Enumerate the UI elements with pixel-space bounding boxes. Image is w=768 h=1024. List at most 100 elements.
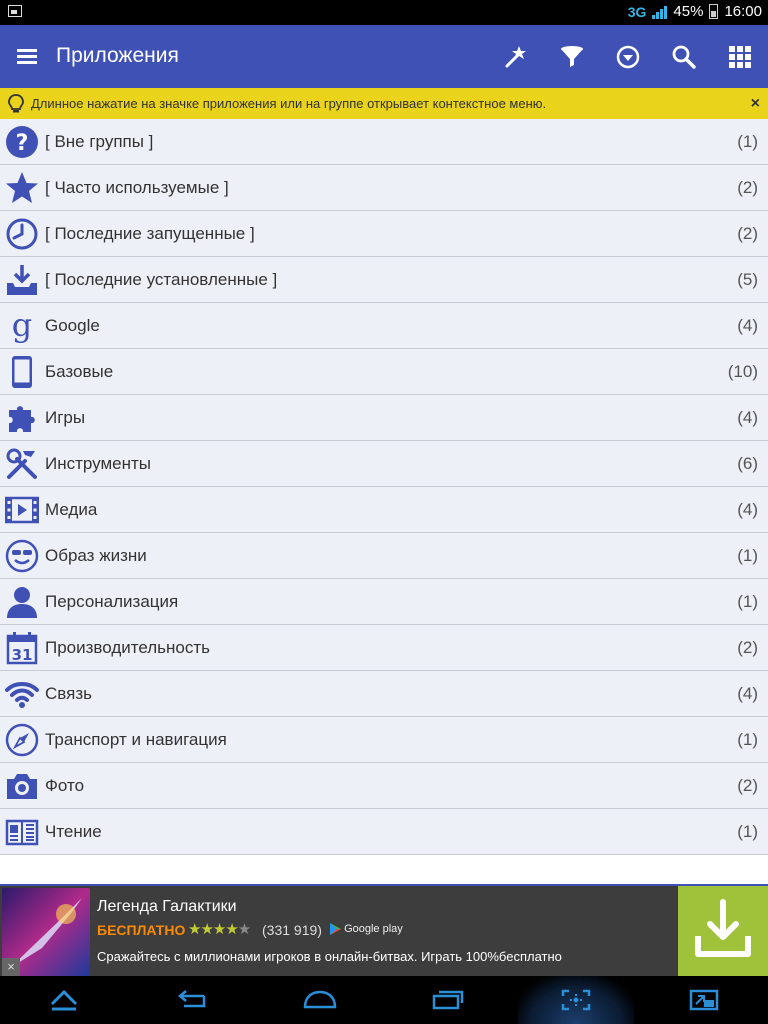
clock: 16:00 bbox=[724, 3, 762, 20]
clock-icon bbox=[6, 218, 38, 250]
list-item-games[interactable]: Игры (4) bbox=[0, 395, 768, 441]
app-bar: Приложения bbox=[0, 25, 768, 88]
list-item-count: (5) bbox=[737, 270, 758, 289]
puzzle-icon bbox=[9, 406, 35, 432]
calendar-icon: 31 bbox=[6, 632, 38, 665]
filter-icon[interactable] bbox=[544, 25, 600, 88]
ad-description: Сражайтесь с миллионами игроков в онлайн… bbox=[97, 949, 562, 964]
list-item-label: [ Последние запущенные ] bbox=[45, 224, 255, 243]
svg-text:?: ? bbox=[16, 131, 29, 156]
list-item-label: Базовые bbox=[45, 362, 114, 381]
google-play-label: Google play bbox=[344, 923, 403, 935]
list-item-label: Игры bbox=[45, 408, 86, 427]
magic-wand-icon[interactable] bbox=[488, 25, 544, 88]
list-item-media[interactable]: Медиа (4) bbox=[0, 487, 768, 533]
smiley-sunglasses-icon bbox=[5, 539, 39, 573]
google-g-icon: g bbox=[12, 309, 32, 343]
list-item-recent-launched[interactable]: [ Последние запущенные ] (2) bbox=[0, 211, 768, 257]
grid-icon[interactable] bbox=[712, 25, 768, 88]
google-play-badge: Google play bbox=[330, 923, 403, 936]
list-item-photo[interactable]: Фото (2) bbox=[0, 763, 768, 809]
list-item-label: Связь bbox=[45, 684, 92, 703]
list-item-count: (2) bbox=[737, 224, 758, 243]
list-item-count: (4) bbox=[737, 408, 758, 427]
list-item-count: (2) bbox=[737, 638, 758, 657]
svg-text:31: 31 bbox=[12, 646, 33, 664]
list-item-productivity[interactable]: 31 Производительность (2) bbox=[0, 625, 768, 671]
ad-app-icon[interactable]: × bbox=[2, 888, 90, 976]
ad-banner[interactable]: × Легенда Галактики БЕСПЛАТНО ★★★★★ (331… bbox=[0, 884, 768, 976]
screenshot-capture-icon[interactable] bbox=[536, 976, 616, 1024]
list-item-basic[interactable]: Базовые (10) bbox=[0, 349, 768, 395]
list-item-count: (4) bbox=[737, 316, 758, 335]
dropdown-circle-icon[interactable] bbox=[600, 25, 656, 88]
book-icon bbox=[5, 819, 39, 846]
film-icon bbox=[5, 496, 39, 524]
ad-title: Легенда Галактики bbox=[97, 898, 237, 915]
list-item-no-group[interactable]: ? [ Вне группы ] (1) bbox=[0, 119, 768, 165]
hint-banner: Длинное нажатие на значке приложения или… bbox=[0, 88, 768, 119]
screenshot-notification-icon bbox=[8, 5, 22, 17]
list-item-count: (1) bbox=[737, 132, 758, 151]
ad-rating-stars: ★★★★★ bbox=[188, 921, 251, 938]
tablet-icon bbox=[12, 356, 32, 388]
list-item-label: Инструменты bbox=[45, 454, 152, 473]
ad-install-button[interactable] bbox=[678, 886, 768, 976]
list-item-label: Образ жизни bbox=[45, 546, 147, 565]
list-item-count: (4) bbox=[737, 500, 758, 519]
list-item-label: Персонализация bbox=[45, 592, 179, 611]
list-item-label: Фото bbox=[45, 776, 85, 795]
list-item-count: (2) bbox=[737, 178, 758, 197]
tools-icon bbox=[6, 448, 37, 479]
list-item-personalization[interactable]: Персонализация (1) bbox=[0, 579, 768, 625]
star-icon bbox=[6, 172, 38, 203]
list-item-recent-installed[interactable]: [ Последние установленные ] (5) bbox=[0, 257, 768, 303]
wifi-icon bbox=[5, 682, 39, 708]
battery-icon bbox=[709, 4, 719, 19]
hint-text: Длинное нажатие на значке приложения или… bbox=[31, 96, 547, 111]
hide-nav-icon[interactable] bbox=[24, 976, 104, 1024]
list-item-google[interactable]: g Google (4) bbox=[0, 303, 768, 349]
list-item-count: (1) bbox=[737, 822, 758, 841]
question-icon: ? bbox=[6, 126, 38, 158]
list-item-count: (1) bbox=[737, 546, 758, 565]
download-tray-icon bbox=[7, 265, 37, 295]
list-item-label: Чтение bbox=[45, 822, 102, 841]
hint-close-button[interactable]: × bbox=[751, 95, 760, 113]
compass-icon bbox=[5, 723, 39, 757]
list-item-count: (10) bbox=[727, 362, 758, 381]
list-item-transport[interactable]: Транспорт и навигация (1) bbox=[0, 717, 768, 763]
list-item-lifestyle[interactable]: Образ жизни (1) bbox=[0, 533, 768, 579]
list-item-label: [ Вне группы ] bbox=[45, 132, 154, 151]
svg-text:g: g bbox=[12, 309, 32, 343]
list-item-label: [ Последние установленные ] bbox=[45, 270, 278, 289]
multi-window-icon[interactable] bbox=[664, 976, 744, 1024]
list-item-count: (2) bbox=[737, 776, 758, 795]
list-item-label: [ Часто используемые ] bbox=[45, 178, 229, 197]
list-item-count: (4) bbox=[737, 684, 758, 703]
signal-icon bbox=[652, 5, 668, 19]
list-item-count: (6) bbox=[737, 454, 758, 473]
list-item-label: Медиа bbox=[45, 500, 98, 519]
search-icon[interactable] bbox=[656, 25, 712, 88]
camera-icon bbox=[7, 774, 37, 799]
ad-close-button[interactable]: × bbox=[2, 958, 20, 976]
home-icon[interactable] bbox=[280, 976, 360, 1024]
list-item-tools[interactable]: Инструменты (6) bbox=[0, 441, 768, 487]
network-type: 3G bbox=[627, 3, 647, 20]
recent-apps-icon[interactable] bbox=[408, 976, 488, 1024]
person-icon bbox=[7, 587, 37, 618]
system-nav-bar bbox=[0, 976, 768, 1024]
ad-price: БЕСПЛАТНО bbox=[97, 922, 186, 938]
group-list: ? [ Вне группы ] (1) [ Часто используемы… bbox=[0, 119, 768, 855]
menu-button[interactable] bbox=[14, 43, 40, 69]
back-icon[interactable] bbox=[152, 976, 232, 1024]
list-item-count: (1) bbox=[737, 592, 758, 611]
list-item-label: Производительность bbox=[45, 638, 211, 657]
ad-review-count: (331 919) bbox=[262, 922, 322, 938]
list-item-communication[interactable]: Связь (4) bbox=[0, 671, 768, 717]
list-item-frequent[interactable]: [ Часто используемые ] (2) bbox=[0, 165, 768, 211]
list-item-count: (1) bbox=[737, 730, 758, 749]
list-item-reading[interactable]: Чтение (1) bbox=[0, 809, 768, 855]
battery-percent: 45% bbox=[673, 3, 704, 20]
